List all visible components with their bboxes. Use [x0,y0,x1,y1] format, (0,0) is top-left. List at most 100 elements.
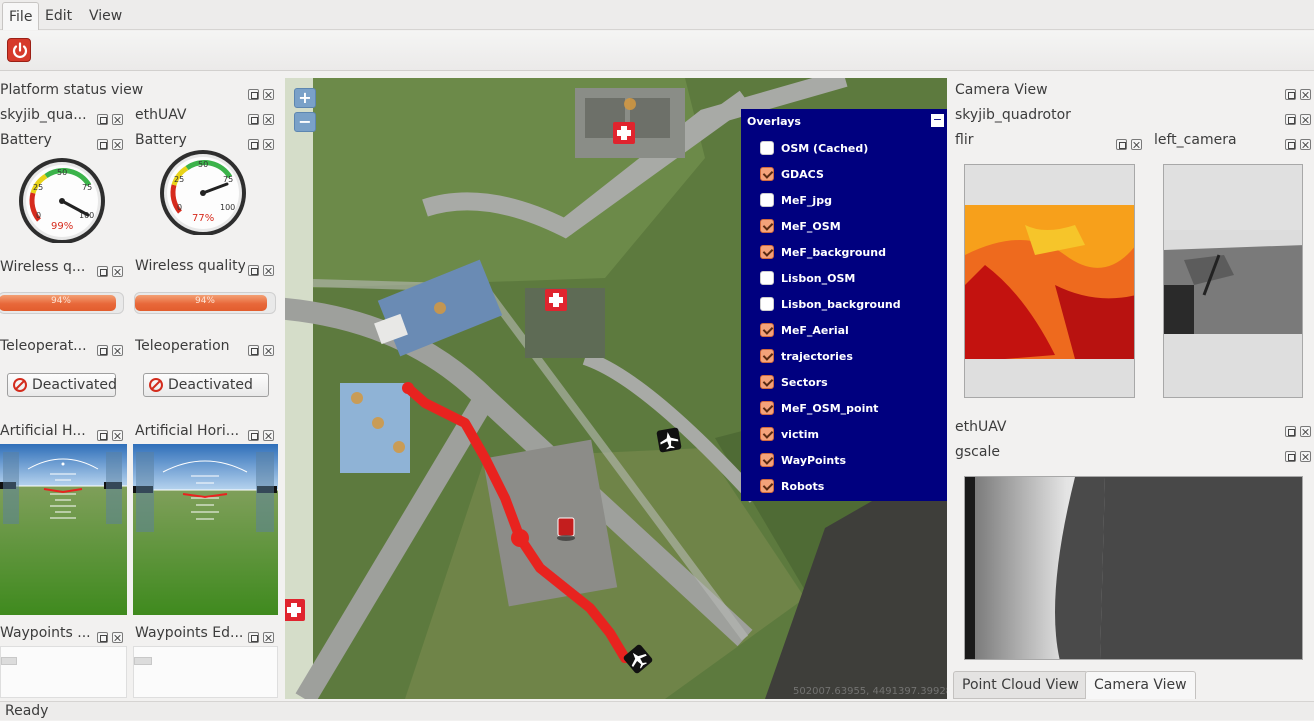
close-icon[interactable] [1300,451,1311,462]
collapse-button[interactable]: − [931,114,944,127]
battery-gauge-eth: 0 25 50 75 100 77% [160,150,246,235]
gauge-tick: 50 [57,168,67,177]
overlay-checkbox[interactable] [760,349,774,363]
float-icon[interactable] [97,266,108,277]
overlay-checkbox[interactable] [760,401,774,415]
status-bar: Ready [0,701,1314,720]
victim-marker[interactable] [557,517,575,541]
float-icon[interactable] [1285,139,1296,150]
menu-bar: File Edit View [0,0,1314,30]
close-icon[interactable] [112,139,123,150]
overlay-checkbox[interactable] [760,323,774,337]
float-icon[interactable] [1285,89,1296,100]
close-icon[interactable] [1300,139,1311,150]
first-aid-marker[interactable] [545,289,567,311]
no-entry-icon [149,378,163,392]
close-icon[interactable] [112,632,123,643]
overlay-checkbox[interactable] [760,245,774,259]
gscale-camera-feed [964,476,1303,660]
overlay-checkbox[interactable] [760,271,774,285]
overlay-label: MeF_OSM [781,220,841,233]
gauge-tick: 25 [174,175,184,184]
menu-file[interactable]: File [2,2,40,30]
float-icon[interactable] [97,345,108,356]
float-icon[interactable] [97,430,108,441]
float-icon[interactable] [248,632,259,643]
robot-marker[interactable] [656,427,682,453]
close-icon[interactable] [263,114,274,125]
camera-platform-skyjib: skyjib_quadrotor [955,107,1071,123]
zoom-in-button[interactable]: + [294,88,316,108]
tab-point-cloud-view[interactable]: Point Cloud View [953,671,1088,699]
float-icon[interactable] [248,139,259,150]
waypoints-title: Waypoints ... [0,625,90,641]
horizon-title: Artificial Hori... [135,423,240,439]
wireless-progress-eth: 94% [134,292,276,314]
close-icon[interactable] [263,632,274,643]
close-icon[interactable] [263,89,274,100]
close-icon[interactable] [112,114,123,125]
float-icon[interactable] [1285,114,1296,125]
camera-view-title: Camera View [955,82,1048,98]
first-aid-marker[interactable] [285,599,305,621]
close-icon[interactable] [1300,426,1311,437]
toolbar [0,31,1314,71]
power-button[interactable] [7,38,31,62]
overlay-label: Robots [781,480,825,493]
waypoints-title: Waypoints Ed... [135,625,244,641]
close-icon[interactable] [263,265,274,276]
overlay-checkbox[interactable] [760,375,774,389]
float-icon[interactable] [97,632,108,643]
float-icon[interactable] [1116,139,1127,150]
close-icon[interactable] [112,430,123,441]
overlay-label: OSM (Cached) [781,142,869,155]
gauge-tick: 0 [177,203,182,212]
teleop-title: Teleoperation [135,338,230,354]
tab-camera-view[interactable]: Camera View [1085,671,1196,699]
menu-view[interactable]: View [83,2,128,30]
close-icon[interactable] [112,266,123,277]
overlay-checkbox[interactable] [760,297,774,311]
menu-edit[interactable]: Edit [39,2,78,30]
close-icon[interactable] [1131,139,1142,150]
close-icon[interactable] [263,430,274,441]
overlay-label: trajectories [781,350,853,363]
overlay-checkbox[interactable] [760,219,774,233]
close-icon[interactable] [1300,89,1311,100]
waypoints-editor-eth[interactable] [133,646,278,698]
overlay-label: WayPoints [781,454,847,467]
close-icon[interactable] [263,139,274,150]
waypoint-slider-handle[interactable] [134,657,152,665]
button-label: Deactivated [32,377,117,393]
float-icon[interactable] [97,139,108,150]
wireless-progress-skyjib: 94% [0,292,124,314]
gauge-tick: 75 [223,175,233,184]
float-icon[interactable] [248,265,259,276]
deactivated-button[interactable]: Deactivated [7,373,117,397]
waypoints-editor-skyjib[interactable] [0,646,127,698]
close-icon[interactable] [263,345,274,356]
deactivated-button[interactable]: Deactivated [143,373,269,397]
overlay-checkbox[interactable] [760,167,774,181]
float-icon[interactable] [248,89,259,100]
overlay-checkbox[interactable] [760,193,774,207]
overlay-label: Lisbon_OSM [781,272,856,285]
camera-title-gscale: gscale [955,444,1000,460]
waypoint-slider-handle[interactable] [1,657,17,665]
zoom-out-button[interactable]: − [294,112,316,132]
close-icon[interactable] [112,345,123,356]
overlay-label: Sectors [781,376,828,389]
overlay-checkbox[interactable] [760,479,774,493]
overlay-checkbox[interactable] [760,453,774,467]
float-icon[interactable] [248,114,259,125]
overlay-checkbox[interactable] [760,427,774,441]
close-icon[interactable] [1300,114,1311,125]
first-aid-marker[interactable] [613,122,635,144]
float-icon[interactable] [248,430,259,441]
float-icon[interactable] [97,114,108,125]
overlay-checkbox[interactable] [760,141,774,155]
float-icon[interactable] [1285,451,1296,462]
overlay-label: MeF_background [781,246,886,259]
float-icon[interactable] [248,345,259,356]
float-icon[interactable] [1285,426,1296,437]
